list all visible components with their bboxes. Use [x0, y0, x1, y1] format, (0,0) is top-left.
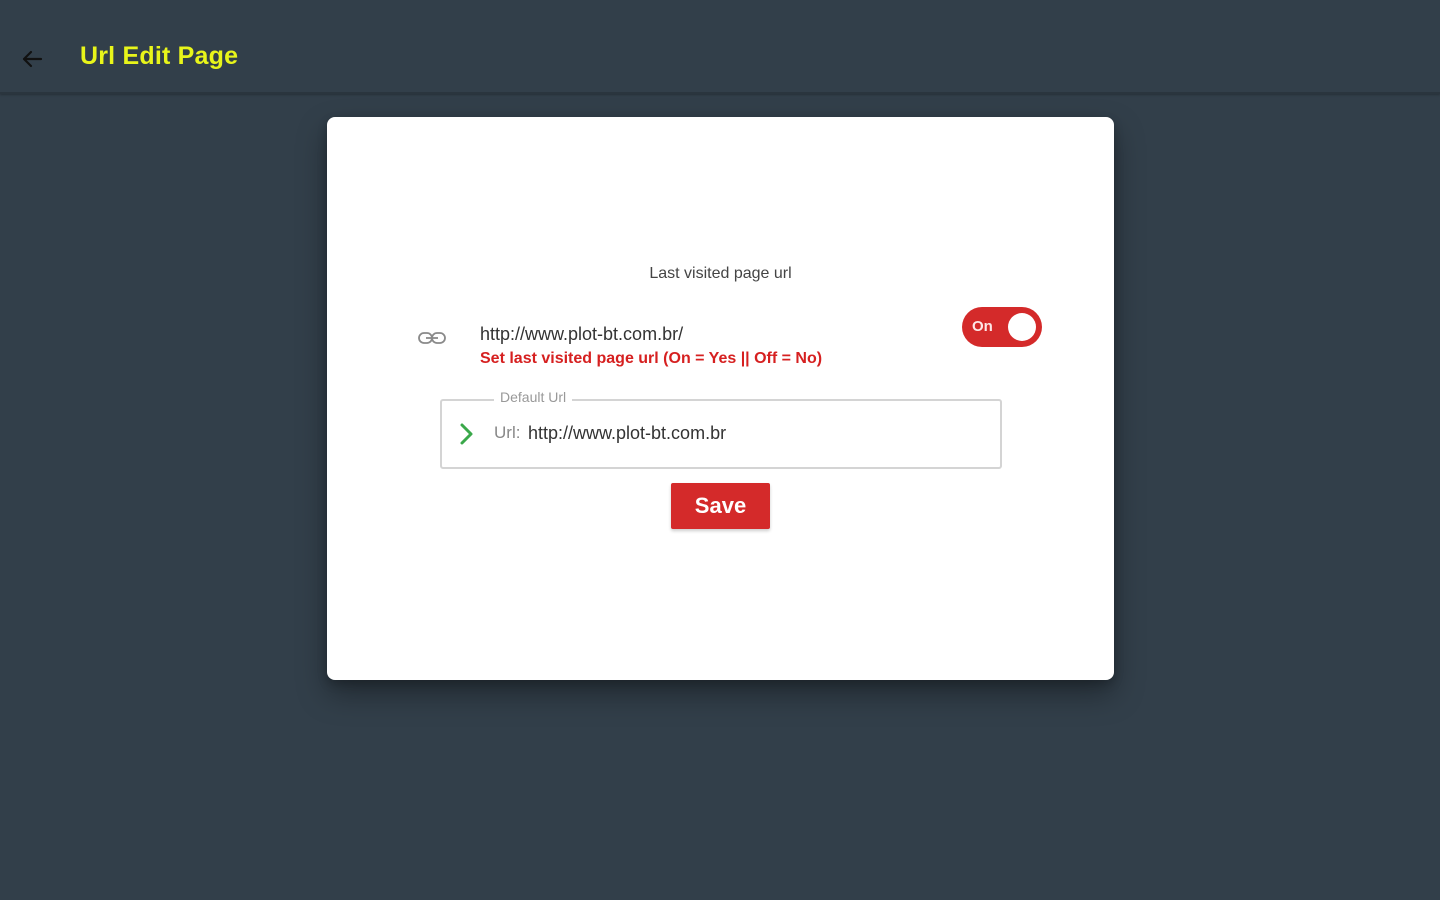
- toggle-label: On: [972, 318, 993, 335]
- url-prefix-label: Url:: [494, 423, 521, 442]
- default-url-legend: Default Url: [494, 389, 573, 405]
- save-button[interactable]: Save: [671, 483, 770, 529]
- default-url-input[interactable]: [528, 418, 978, 448]
- link-icon: [418, 332, 446, 344]
- toggle-knob: [1008, 313, 1036, 341]
- page-title: Url Edit Page: [80, 42, 239, 70]
- back-button[interactable]: [14, 42, 50, 76]
- arrow-left-icon: [22, 50, 43, 68]
- url-settings-card: Last visited page url http://www.plot-bt…: [327, 117, 1114, 680]
- last-visited-hint: Set last visited page url (On = Yes || O…: [480, 350, 823, 367]
- last-visited-url: http://www.plot-bt.com.br/: [480, 324, 684, 344]
- default-url-field: Default Url Url:: [440, 389, 1002, 469]
- section-title: Last visited page url: [649, 265, 792, 282]
- last-visited-toggle[interactable]: On: [962, 307, 1042, 347]
- chevron-right-icon: [460, 423, 473, 445]
- app-bar: Url Edit Page: [0, 0, 1440, 94]
